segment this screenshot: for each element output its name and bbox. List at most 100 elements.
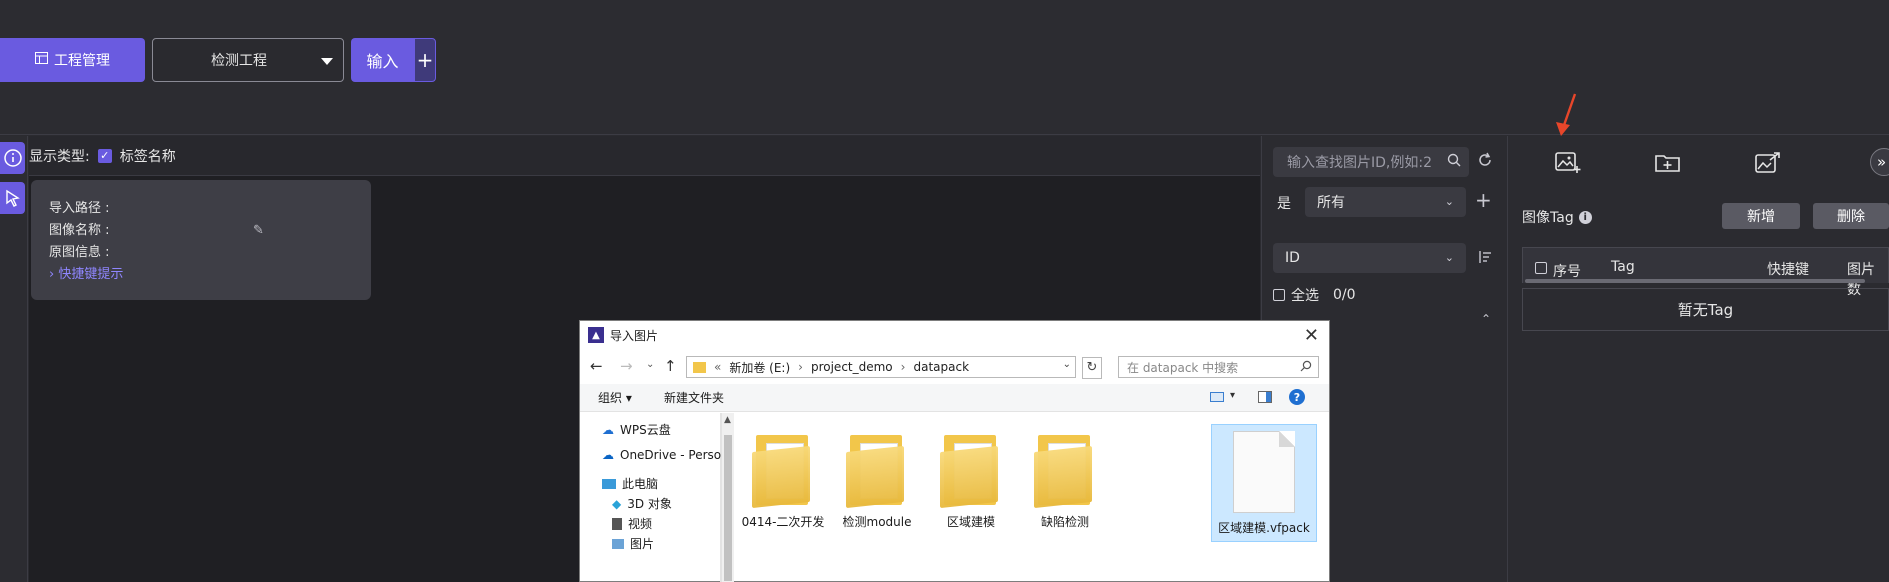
tag-name-checkbox[interactable]: ✓ [97, 148, 112, 163]
image-name-label: 图像名称 : [49, 223, 110, 238]
up-icon[interactable]: ↑ [664, 357, 677, 375]
cursor-icon [5, 189, 20, 207]
view-dropdown-icon[interactable]: ▾ [1230, 390, 1235, 401]
file-label: 0414-二次开发 [741, 515, 825, 529]
nav-pictures[interactable]: 图片 [612, 535, 654, 552]
delete-tag-button[interactable]: 删除 [1813, 203, 1889, 229]
shortcut-hint-toggle[interactable]: › 快捷键提示 [49, 264, 353, 286]
breadcrumb-separator-icon: › [798, 360, 803, 374]
file-item-folder-detect-module[interactable]: 检测module [824, 421, 930, 539]
file-item-folder-0414[interactable]: 0414-二次开发 [730, 421, 836, 539]
tag-filter-select[interactable]: 所有 ⌄ [1305, 187, 1466, 217]
close-icon[interactable]: ✕ [1304, 325, 1319, 346]
tag-table-header: 序号 Tag 快捷键 图片数 [1522, 247, 1889, 298]
folder-icon [693, 361, 706, 373]
nav-videos[interactable]: 视频 [612, 515, 652, 532]
app-logo-icon: ▲ [588, 327, 604, 343]
dialog-title-bar: ▲ 导入图片 [580, 321, 1329, 349]
collapse-up-icon[interactable]: ⌃ [1481, 312, 1491, 326]
file-item-vfpack[interactable]: 区域建模.vfpack [1211, 424, 1317, 542]
nav-wps-cloud[interactable]: ☁ WPS云盘 [602, 421, 671, 438]
select-tool-button[interactable] [0, 182, 25, 214]
project-select[interactable]: 检测工程 [152, 38, 344, 82]
selection-count: 0/0 [1333, 287, 1356, 303]
preview-pane-icon[interactable] [1258, 391, 1272, 403]
chevron-right-icon: › [49, 267, 55, 282]
add-image-icon[interactable] [1553, 150, 1583, 176]
sort-field-value: ID [1285, 250, 1300, 266]
address-dropdown-icon[interactable]: ⌄ [1063, 359, 1071, 370]
display-type-label: 显示类型: [29, 148, 90, 165]
new-folder-button[interactable]: 新建文件夹 [664, 389, 724, 406]
nav-onedrive-label: OneDrive - Perso [620, 448, 722, 462]
onedrive-icon: ☁ [602, 448, 614, 462]
sort-field-select[interactable]: ID ⌄ [1273, 243, 1466, 273]
file-item-folder-defect[interactable]: 缺陷检测 [1012, 421, 1118, 539]
select-all-checkbox[interactable] [1273, 289, 1285, 301]
computer-icon [602, 478, 616, 489]
search-icon[interactable] [1447, 153, 1461, 171]
navigation-pane: ☁ WPS云盘 ☁ OneDrive - Perso 此电脑 ◆ 3D 对象 视… [580, 413, 721, 582]
organize-menu[interactable]: 组织 ▾ [598, 389, 632, 406]
col-shortcut: 快捷键 [1767, 262, 1809, 278]
nav-videos-label: 视频 [628, 517, 653, 531]
add-filter-icon[interactable]: + [1475, 188, 1492, 212]
folder-icon [752, 429, 814, 509]
nav-onedrive[interactable]: ☁ OneDrive - Perso [602, 448, 721, 462]
file-label: 缺陷检测 [1040, 515, 1089, 529]
nav-this-pc[interactable]: 此电脑 [602, 475, 658, 492]
tag-select-all-checkbox[interactable] [1535, 262, 1547, 274]
help-icon[interactable]: ? [1289, 389, 1305, 405]
folder-icon [1034, 429, 1096, 509]
add-tag-button[interactable]: 新增 [1722, 203, 1800, 229]
is-label: 是 [1277, 196, 1291, 212]
breadcrumb-datapack[interactable]: datapack [913, 360, 969, 374]
chevron-down-icon: ⌄ [1444, 251, 1454, 264]
refresh-icon[interactable] [1477, 152, 1493, 172]
edit-icon[interactable]: ✎ [253, 220, 264, 242]
info-tool-button[interactable] [0, 142, 25, 174]
video-icon [612, 517, 622, 530]
input-button[interactable]: 输入 [351, 38, 414, 82]
nav-3d-objects-label: 3D 对象 [627, 497, 672, 511]
breadcrumb-overflow-icon[interactable]: « [714, 360, 721, 374]
select-all-label: 全选 [1291, 288, 1319, 304]
folder-search-placeholder: 在 datapack 中搜索 [1127, 360, 1239, 375]
help-icon[interactable]: i [1578, 210, 1592, 224]
recent-dropdown-icon[interactable]: ⌄ [646, 359, 654, 370]
folder-icon [940, 429, 1002, 509]
nav-3d-objects[interactable]: ◆ 3D 对象 [612, 495, 672, 512]
caret-down-icon [321, 58, 333, 65]
chevron-down-icon: ⌄ [1444, 195, 1454, 208]
folder-search-input[interactable]: 在 datapack 中搜索 [1118, 356, 1319, 378]
breadcrumb-separator-icon: › [900, 360, 906, 374]
cube-icon: ◆ [612, 496, 622, 511]
search-icon [1300, 360, 1312, 375]
file-label: 区域建模.vfpack [1218, 521, 1310, 535]
picture-icon [612, 538, 624, 549]
export-image-icon[interactable] [1753, 150, 1783, 176]
image-info-card: 导入路径 : 图像名称 : ✎ 原图信息 : › 快捷键提示 [31, 180, 371, 300]
folder-icon [846, 429, 908, 509]
file-label: 区域建模 [946, 515, 995, 529]
forward-icon[interactable]: → [620, 357, 633, 375]
view-mode-icon[interactable] [1210, 392, 1224, 402]
import-path-label: 导入路径 : [49, 201, 110, 216]
address-bar[interactable]: « 新加卷 (E:) › project_demo › datapack ⌄ [686, 356, 1076, 378]
back-icon[interactable]: ← [590, 357, 603, 375]
sort-order-icon[interactable] [1477, 249, 1493, 269]
image-tag-title-row: 图像Tag i [1522, 207, 1592, 227]
origin-info-label: 原图信息 : [49, 245, 110, 260]
document-icon [1233, 431, 1295, 513]
search-placeholder: 输入查找图片ID,例如:2 [1287, 155, 1432, 171]
input-add-button[interactable]: + [414, 38, 436, 82]
file-item-folder-region[interactable]: 区域建模 [918, 421, 1024, 539]
refresh-icon[interactable]: ↻ [1082, 357, 1102, 379]
add-folder-icon[interactable] [1653, 150, 1683, 176]
horizontal-scrollbar[interactable] [1525, 279, 1865, 283]
breadcrumb-project[interactable]: project_demo [811, 360, 893, 374]
project-management-button[interactable]: 工程管理 [0, 38, 145, 82]
image-id-search-input[interactable]: 输入查找图片ID,例如:2 [1273, 147, 1469, 177]
breadcrumb-drive[interactable]: 新加卷 (E:) [729, 359, 790, 376]
select-all-row: 全选 0/0 [1273, 285, 1356, 305]
